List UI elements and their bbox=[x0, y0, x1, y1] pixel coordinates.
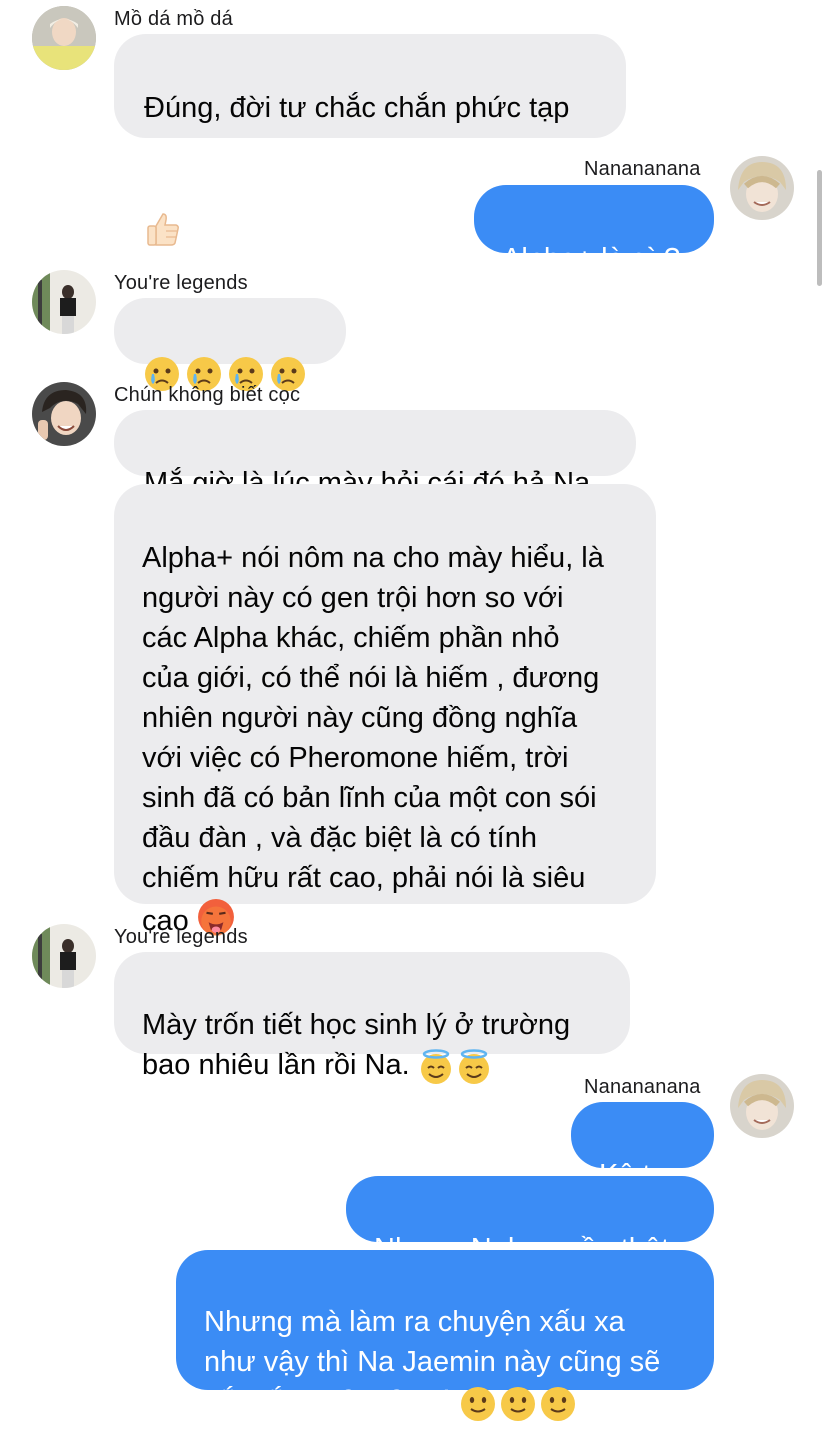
avatar-image bbox=[32, 270, 96, 334]
avatar-chun[interactable] bbox=[32, 382, 96, 446]
slightly-smiling-face-icon bbox=[500, 1386, 536, 1422]
message-bubble[interactable]: Đúng, đời tư chắc chắn phức tạp bbox=[114, 34, 626, 246]
smiling-face-with-halo-icon bbox=[456, 1049, 490, 1085]
avatar-legends[interactable] bbox=[32, 924, 96, 988]
sender-name: You're legends bbox=[114, 272, 248, 294]
avatar-mo-da[interactable] bbox=[32, 6, 96, 70]
smiling-face-with-halo-icon bbox=[418, 1049, 452, 1085]
sender-name: Chún không biết cọc bbox=[114, 384, 301, 406]
emoji-row bbox=[460, 1386, 576, 1422]
slightly-smiling-face-icon bbox=[540, 1386, 576, 1422]
avatar-nana[interactable] bbox=[730, 1074, 794, 1138]
scrollbar[interactable] bbox=[817, 170, 822, 286]
emoji-row bbox=[418, 1049, 490, 1085]
message-bubble[interactable]: Mắ giờ là lúc mày hỏi cái đó hả Na bbox=[114, 410, 636, 499]
avatar-legends[interactable] bbox=[32, 270, 96, 334]
message-bubble[interactable]: Nhưng mà làm ra chuyện xấu xa như vậy th… bbox=[176, 1250, 714, 1422]
sender-name: Nanananana bbox=[584, 158, 701, 180]
sender-name: Nanananana bbox=[584, 1076, 701, 1098]
message-bubble[interactable]: Kệ tao bbox=[571, 1102, 714, 1191]
thumbs-up-icon bbox=[144, 170, 182, 259]
avatar-image bbox=[32, 6, 96, 70]
message-text: Đúng, đời tư chắc chắn phức tạp bbox=[144, 92, 570, 124]
avatar-nana[interactable] bbox=[730, 156, 794, 220]
sender-name: Mồ dá mồ dá bbox=[114, 8, 233, 30]
message-bubble[interactable]: Alpha+ nói nôm na cho mày hiểu, là người… bbox=[114, 484, 656, 937]
slightly-smiling-face-icon bbox=[460, 1386, 496, 1422]
message-bubble[interactable]: Alpha+ là gì ? bbox=[474, 185, 714, 275]
message-text: Alpha+ là gì ? bbox=[502, 243, 681, 275]
message-text: Nhưng mà làm ra chuyện xấu xa như vậy th… bbox=[204, 1306, 661, 1418]
message-bubble[interactable]: Nhưng Nghe ngầu thật bbox=[346, 1176, 714, 1265]
message-bubble[interactable]: Mày trốn tiết học sinh lý ở trường bao n… bbox=[114, 952, 630, 1085]
avatar-image bbox=[32, 924, 96, 988]
avatar-image bbox=[730, 1074, 794, 1138]
sender-name: You're legends bbox=[114, 926, 248, 948]
avatar-image bbox=[730, 156, 794, 220]
avatar-image bbox=[32, 382, 96, 446]
message-text: Mày trốn tiết học sinh lý ở trường bao n… bbox=[142, 1009, 571, 1081]
message-text: Alpha+ nói nôm na cho mày hiểu, là người… bbox=[142, 542, 604, 938]
message-bubble[interactable] bbox=[114, 298, 346, 392]
